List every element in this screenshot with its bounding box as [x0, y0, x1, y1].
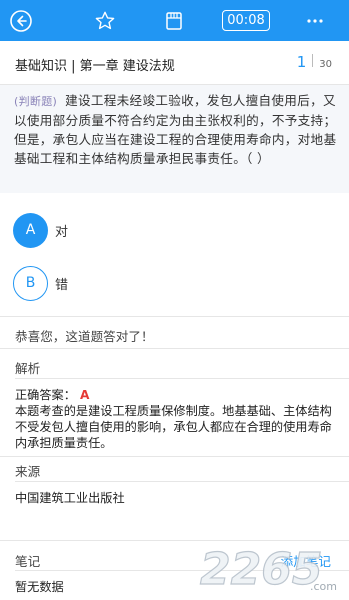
- option-a-label: 对: [55, 224, 69, 240]
- source-value: 中国建筑工业出版社: [15, 491, 125, 505]
- question-counter: 1 30: [297, 53, 332, 71]
- question-type: (判断题): [14, 95, 58, 108]
- counter-divider: [312, 54, 314, 67]
- result-message: 恭喜您，这道题答对了！: [15, 329, 154, 344]
- option-a[interactable]: A 对: [13, 212, 333, 248]
- question-stem: (判断题) 建设工程未经竣工验收，发包人擅自使用后，又以使用部分质量不符合约定为由…: [14, 91, 337, 168]
- star-icon: [95, 11, 115, 29]
- analysis-title: 解析: [15, 361, 41, 376]
- chapter-title: 基础知识 | 第一章 建设法规: [15, 59, 175, 74]
- watermark-number: 2265: [200, 544, 322, 595]
- back-circle-icon: [10, 9, 32, 32]
- watermark-domain: .com: [310, 580, 337, 593]
- chapter-header: 基础知识 | 第一章 建设法规 1 30: [0, 41, 349, 85]
- divider: [15, 378, 349, 379]
- back-button[interactable]: [8, 0, 34, 41]
- notes-title: 笔记: [15, 554, 41, 569]
- divider: [0, 348, 349, 349]
- correct-answer-label: 正确答案：: [15, 388, 76, 402]
- more-button[interactable]: [302, 0, 328, 41]
- correct-answer-value: A: [79, 388, 90, 402]
- timer[interactable]: 00:08: [222, 0, 270, 41]
- question-text: 建设工程未经竣工验收，发包人擅自使用后，又以使用部分质量不符合约定为由主张权利的…: [14, 93, 337, 166]
- option-b-circle[interactable]: B: [13, 265, 48, 301]
- answer-sheet-icon: [166, 11, 182, 30]
- question-panel: (判断题) 建设工程未经竣工验收，发包人擅自使用后，又以使用部分质量不符合约定为由…: [0, 85, 349, 193]
- source-title: 来源: [15, 464, 41, 479]
- option-b[interactable]: B 错: [13, 265, 333, 301]
- current-question-number: 1: [296, 53, 307, 71]
- divider: [0, 456, 349, 457]
- timer-text: 00:08: [222, 10, 270, 31]
- top-bar: 00:08: [0, 0, 349, 41]
- divider: [15, 481, 349, 482]
- option-a-circle[interactable]: A: [13, 212, 48, 248]
- more-dots-icon: [307, 18, 323, 23]
- watermark-logo: 2265 .com: [199, 543, 337, 595]
- favorite-button[interactable]: [93, 0, 117, 41]
- total-questions: 30: [319, 59, 332, 70]
- correct-answer: 正确答案： A: [15, 385, 89, 403]
- divider: [0, 316, 349, 317]
- analysis-text: 本题考查的是建设工程质量保修制度。地基基础、主体结构不受发包人擅自使用的影响，承…: [15, 404, 332, 450]
- answer-sheet-button[interactable]: [163, 0, 185, 41]
- notes-empty: 暂无数据: [15, 580, 64, 594]
- option-b-label: 错: [55, 277, 69, 293]
